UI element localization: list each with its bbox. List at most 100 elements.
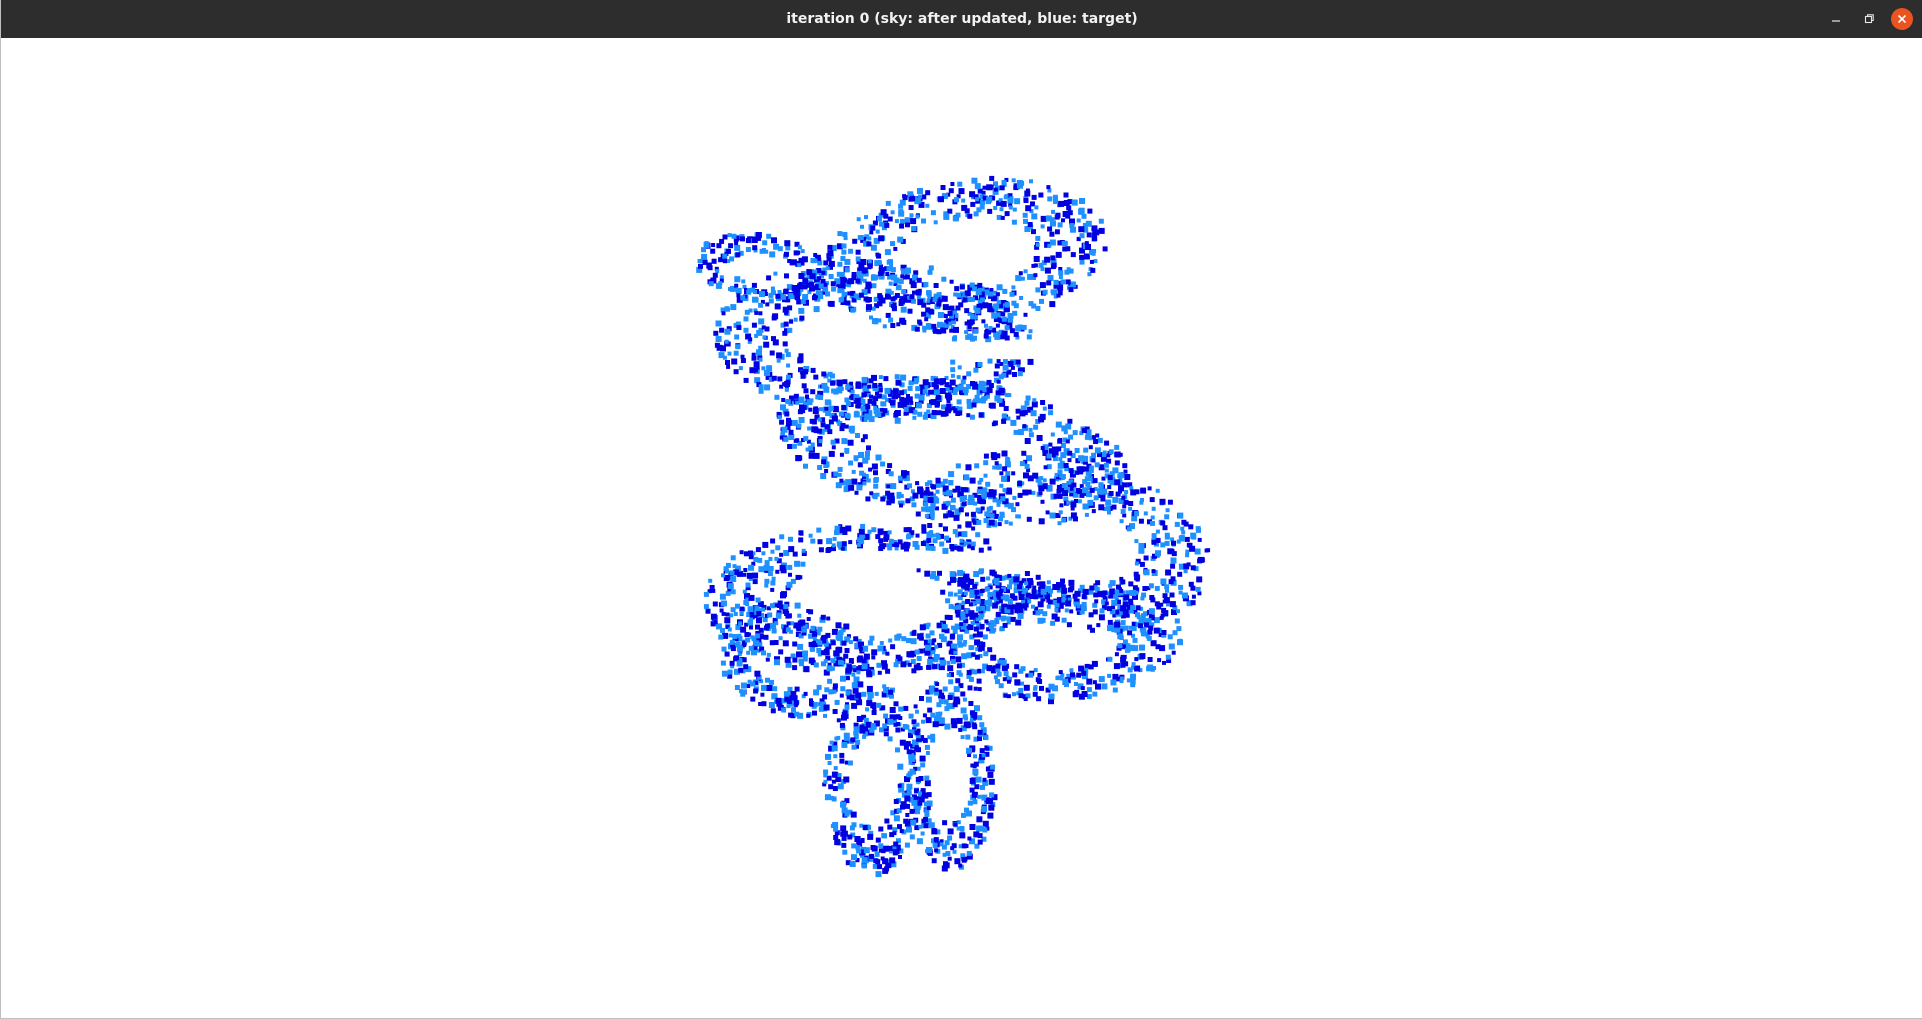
cloud-point xyxy=(1117,633,1124,640)
cloud-point xyxy=(973,367,979,373)
cloud-point xyxy=(820,614,826,620)
cloud-point xyxy=(835,622,842,629)
cloud-point xyxy=(1035,242,1040,247)
cloud-point xyxy=(1035,287,1041,293)
cloud-point xyxy=(1047,226,1053,232)
cloud-point xyxy=(1081,601,1087,607)
cloud-point xyxy=(1067,418,1073,424)
cloud-point xyxy=(797,356,804,363)
cloud-point xyxy=(844,397,850,403)
cloud-point xyxy=(855,692,862,699)
cloud-point xyxy=(914,730,920,736)
cloud-point xyxy=(1167,634,1173,640)
cloud-point xyxy=(948,480,954,486)
cloud-point xyxy=(916,838,923,845)
cloud-point xyxy=(973,754,977,759)
cloud-point xyxy=(722,253,728,259)
cloud-point xyxy=(848,484,855,491)
cloud-point xyxy=(952,605,957,610)
cloud-point xyxy=(931,323,937,329)
cloud-point xyxy=(1086,232,1092,238)
cloud-point xyxy=(1079,259,1085,265)
cloud-point xyxy=(1033,424,1039,430)
cloud-point xyxy=(1087,208,1093,214)
cloud-point xyxy=(1178,584,1184,590)
cloud-point xyxy=(865,721,872,728)
cloud-point xyxy=(875,454,882,461)
cloud-point xyxy=(980,588,985,593)
cloud-point xyxy=(777,415,782,420)
cloud-point xyxy=(869,230,874,235)
cloud-point xyxy=(917,633,924,640)
cloud-point xyxy=(1029,179,1033,184)
cloud-point xyxy=(733,369,739,375)
cloud-point xyxy=(1030,410,1037,417)
cloud-point xyxy=(866,304,872,311)
cloud-point xyxy=(1081,213,1087,219)
cloud-point xyxy=(844,735,850,741)
cloud-point xyxy=(974,463,980,469)
cloud-point xyxy=(977,839,983,845)
cloud-point xyxy=(993,181,998,187)
cloud-point xyxy=(744,622,749,627)
cloud-point xyxy=(867,236,872,241)
cloud-point xyxy=(1002,594,1008,600)
cloud-point xyxy=(1010,419,1017,426)
cloud-point xyxy=(797,245,802,250)
cloud-point xyxy=(1174,618,1180,624)
cloud-point xyxy=(1003,671,1009,677)
cloud-point xyxy=(984,323,988,328)
cloud-point xyxy=(727,669,733,675)
cloud-point xyxy=(844,424,849,429)
maximize-button[interactable] xyxy=(1857,7,1881,31)
cloud-point xyxy=(837,472,842,477)
cloud-point xyxy=(784,240,791,247)
cloud-point xyxy=(959,538,964,543)
title-bar[interactable]: iteration 0 (sky: after updated, blue: t… xyxy=(1,0,1922,38)
cloud-point xyxy=(739,606,745,612)
cloud-point xyxy=(780,404,786,411)
cloud-point xyxy=(956,399,962,405)
cloud-point xyxy=(966,413,971,418)
cloud-point xyxy=(993,371,999,377)
cloud-point xyxy=(953,514,960,521)
cloud-point xyxy=(1165,569,1172,576)
cloud-point xyxy=(721,646,727,652)
cloud-point xyxy=(927,658,934,665)
cloud-point xyxy=(921,528,927,534)
cloud-point xyxy=(993,675,998,680)
point-cloud-viewport[interactable] xyxy=(2,38,1922,1018)
cloud-point xyxy=(1025,395,1031,401)
cloud-point xyxy=(1018,594,1025,600)
cloud-point xyxy=(1024,464,1030,469)
cloud-point xyxy=(1117,474,1122,479)
cloud-point xyxy=(842,710,848,716)
cloud-point xyxy=(1124,490,1129,494)
cloud-point xyxy=(761,701,767,707)
cloud-point xyxy=(928,531,933,535)
cloud-point xyxy=(1119,679,1124,684)
cloud-point xyxy=(1090,267,1096,273)
cloud-point xyxy=(978,569,984,575)
cloud-point xyxy=(916,662,921,667)
cloud-point xyxy=(1164,540,1170,546)
cloud-point xyxy=(945,851,951,856)
cloud-point xyxy=(722,258,727,263)
cloud-point xyxy=(888,497,895,504)
cloud-point xyxy=(802,656,808,662)
cloud-point xyxy=(1059,474,1064,479)
cloud-point xyxy=(1098,488,1102,493)
cloud-point xyxy=(828,274,834,279)
cloud-point xyxy=(795,455,802,461)
cloud-point xyxy=(902,724,908,729)
cloud-point xyxy=(1038,262,1044,268)
cloud-point xyxy=(1155,550,1161,557)
cloud-point xyxy=(927,707,933,713)
minimize-button[interactable] xyxy=(1824,7,1848,31)
close-button[interactable] xyxy=(1891,8,1913,30)
cloud-point xyxy=(860,224,864,229)
cloud-point xyxy=(887,216,893,222)
cloud-point xyxy=(1134,561,1139,566)
cloud-point xyxy=(1040,446,1045,450)
cloud-point xyxy=(1061,517,1067,523)
